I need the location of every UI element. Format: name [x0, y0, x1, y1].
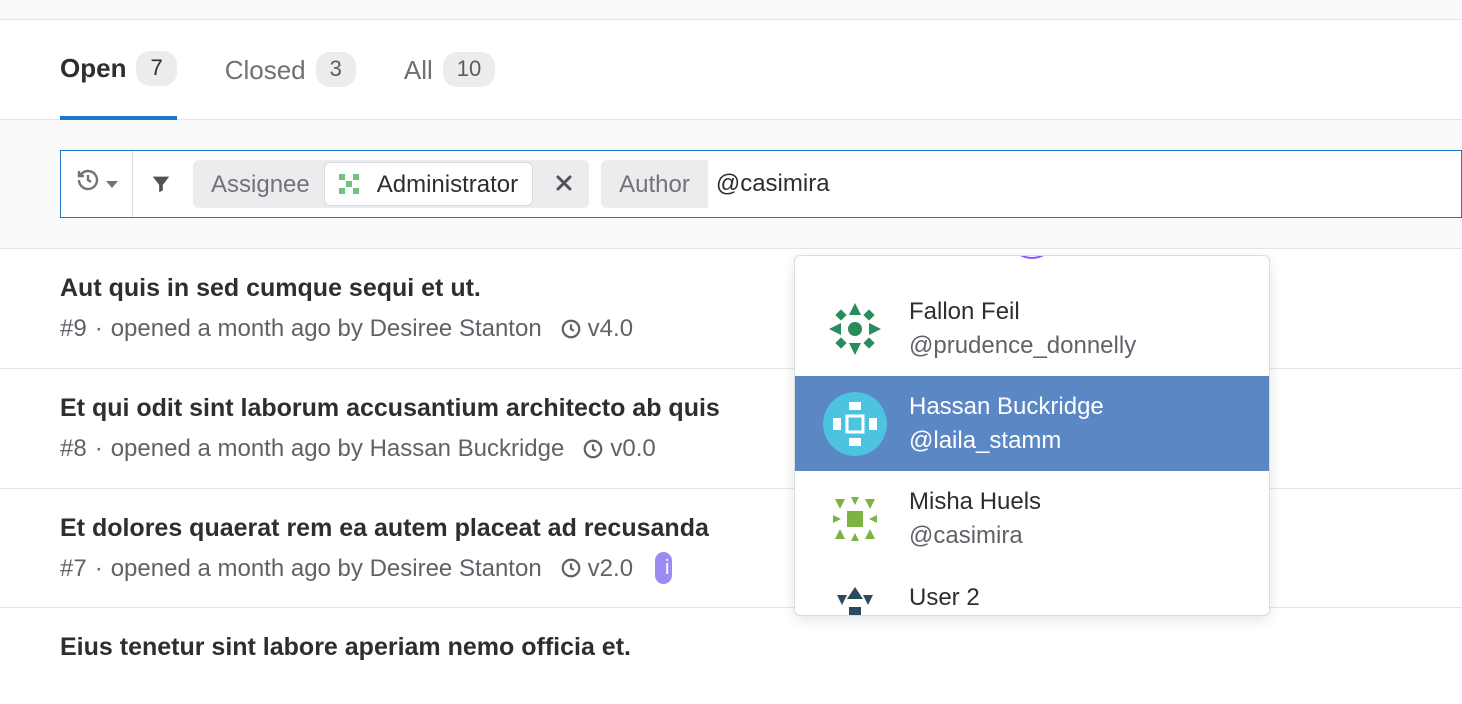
dropdown-item-name: Fallon Feil — [909, 295, 1136, 329]
clock-icon — [560, 318, 582, 340]
filter-token-author-label: Author — [619, 168, 690, 202]
filter-token-assignee-value-wrap: Administrator — [324, 162, 533, 206]
filter-token-assignee-remove[interactable] — [545, 168, 583, 202]
dropdown-item-name: Hassan Buckridge — [909, 390, 1104, 424]
dropdown-item-name: User 2 — [909, 581, 980, 615]
tab-all-label: All — [404, 52, 433, 88]
avatar — [823, 297, 887, 361]
issue-id: #9 — [60, 312, 87, 346]
tab-closed-count: 3 — [316, 52, 356, 87]
avatar — [1012, 256, 1052, 267]
recent-searches-button[interactable] — [61, 151, 133, 217]
filter-bar[interactable]: Assignee Administrator Author — [60, 150, 1462, 218]
tab-open-label: Open — [60, 50, 126, 86]
dropdown-item-username: @laila_stamm — [909, 424, 1104, 458]
issue-opened-by: opened a month ago by Hassan Buckridge — [111, 432, 565, 466]
clock-icon — [560, 557, 582, 579]
issue-label[interactable]: i — [655, 552, 671, 584]
tab-closed[interactable]: Closed 3 — [225, 50, 356, 119]
tab-all[interactable]: All 10 — [404, 50, 495, 119]
dropdown-item[interactable]: User 2 — [795, 567, 1269, 615]
clock-icon — [582, 438, 604, 460]
issue-milestone: v0.0 — [610, 432, 655, 466]
dropdown-item[interactable]: Hassan Buckridge @laila_stamm — [795, 376, 1269, 471]
issue-opened-by: opened a month ago by Desiree Stanton — [111, 312, 542, 346]
dropdown-item-name: Misha Huels — [909, 485, 1041, 519]
assignee-avatar — [331, 166, 367, 202]
chevron-down-icon — [106, 181, 118, 188]
issue-opened-by: opened a month ago by Desiree Stanton — [111, 552, 542, 586]
avatar — [823, 392, 887, 456]
dropdown-item-username: @prudence_donnelly — [909, 329, 1136, 363]
filter-icon[interactable] — [133, 151, 189, 217]
dropdown-item[interactable]: Misha Huels @casimira — [795, 471, 1269, 566]
avatar — [823, 581, 887, 615]
tab-all-count: 10 — [443, 52, 495, 87]
filter-bar-container: Assignee Administrator Author — [0, 120, 1462, 249]
close-icon — [555, 174, 573, 192]
issue-milestone: v4.0 — [588, 312, 633, 346]
issue-milestone: v2.0 — [588, 552, 633, 586]
history-icon — [76, 168, 100, 202]
tab-closed-label: Closed — [225, 52, 306, 88]
author-suggestion-dropdown: Fallon Feil @prudence_donnelly Hassan Bu… — [794, 255, 1270, 616]
filter-input[interactable] — [712, 162, 1461, 206]
issue-title: Eius tenetur sint labore aperiam nemo of… — [60, 630, 1462, 665]
tab-open-count: 7 — [136, 51, 176, 86]
issue-row[interactable]: Eius tenetur sint labore aperiam nemo of… — [0, 608, 1462, 693]
avatar — [823, 487, 887, 551]
tabs-row: Open 7 Closed 3 All 10 — [0, 20, 1462, 120]
top-bar — [0, 0, 1462, 20]
issue-id: #8 — [60, 432, 87, 466]
dropdown-item[interactable]: Fallon Feil @prudence_donnelly — [795, 281, 1269, 376]
filter-token-assignee[interactable]: Assignee Administrator — [193, 160, 589, 208]
tab-open[interactable]: Open 7 — [60, 50, 177, 120]
filter-token-assignee-value: Administrator — [377, 168, 518, 202]
dropdown-item-username: @casimira — [909, 519, 1041, 553]
dropdown-item[interactable] — [795, 256, 1269, 281]
filter-token-author[interactable]: Author — [601, 160, 708, 208]
filter-token-assignee-label: Assignee — [211, 168, 310, 202]
issue-id: #7 — [60, 552, 87, 586]
